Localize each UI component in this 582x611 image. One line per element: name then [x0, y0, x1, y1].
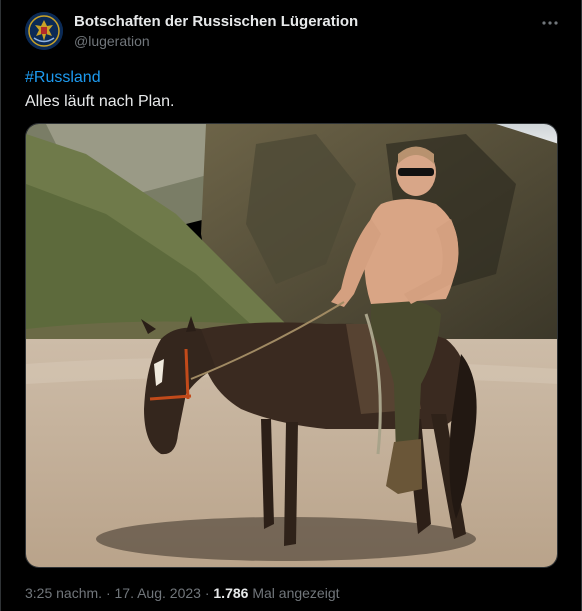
author-handle[interactable]: @lugeration: [74, 33, 150, 49]
tweet-time[interactable]: 3:25 nachm.: [25, 585, 102, 601]
avatar[interactable]: [25, 12, 63, 50]
more-horizontal-icon: [542, 21, 558, 25]
tweet-photo[interactable]: [25, 123, 558, 568]
embassy-emblem-icon: [25, 12, 63, 50]
meta-separator: ·: [204, 585, 210, 601]
more-options-button[interactable]: [539, 12, 561, 34]
tweet-meta: 3:25 nachm. · 17. Aug. 2023 · 1.786 Mal …: [25, 585, 340, 601]
tweet-card: Botschaften der Russischen Lügeration @l…: [0, 0, 582, 611]
tweet-text: Alles läuft nach Plan.: [25, 93, 175, 110]
views-count: 1.786: [213, 585, 249, 601]
photo-horse-rider: [26, 124, 557, 567]
meta-separator: ·: [105, 585, 111, 601]
author-name[interactable]: Botschaften der Russischen Lügeration: [74, 13, 358, 30]
views-label: Mal angezeigt: [252, 585, 340, 601]
hashtag-link[interactable]: #Russland: [25, 69, 101, 87]
tweet-date[interactable]: 17. Aug. 2023: [115, 585, 201, 601]
